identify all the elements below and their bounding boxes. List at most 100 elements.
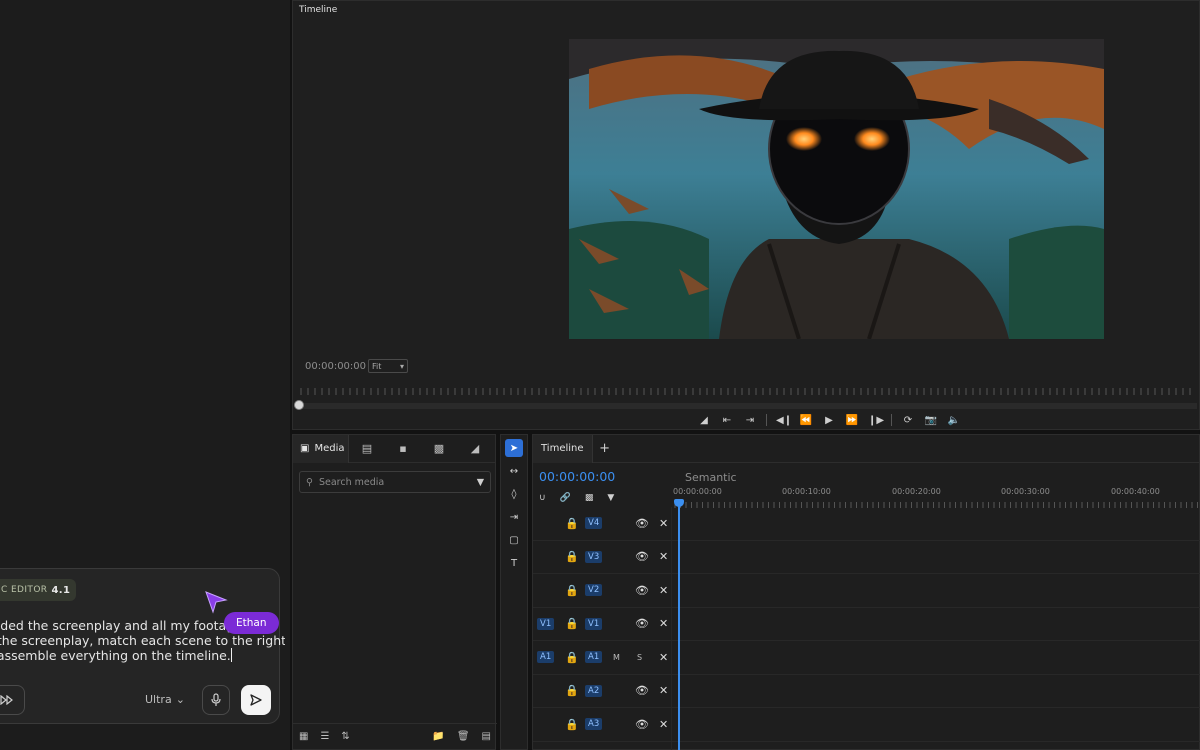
send-button[interactable] bbox=[241, 685, 271, 715]
marker-icon[interactable]: ◢ bbox=[697, 415, 711, 426]
program-scrub-bar[interactable] bbox=[297, 403, 1197, 409]
lock-icon[interactable]: 🔒 bbox=[565, 718, 579, 731]
visibility-icon[interactable]: 👁 bbox=[635, 617, 649, 630]
tab-transitions-icon[interactable]: ◢ bbox=[457, 442, 493, 455]
track-settings-icon[interactable]: ✕ bbox=[659, 584, 668, 597]
video-preview[interactable] bbox=[569, 39, 1104, 339]
play-icon[interactable]: ▶ bbox=[822, 415, 836, 426]
tool-bar: ➤ ↔ ◊ ⇥ ▢ T bbox=[500, 434, 528, 750]
tab-media-label: Media bbox=[314, 443, 345, 454]
track-name[interactable]: V3 bbox=[585, 550, 603, 563]
track-settings-icon[interactable]: ✕ bbox=[659, 651, 668, 664]
timeline-toolbar: ∪ 🔗 ▩ ▼ bbox=[539, 493, 614, 503]
tab-effects-icon[interactable]: ▩ bbox=[421, 442, 457, 455]
track-v4[interactable]: 🔒 V4 👁 ✕ bbox=[533, 507, 1200, 541]
track-settings-icon[interactable]: ✕ bbox=[659, 550, 668, 563]
volume-icon[interactable]: 🔈 bbox=[947, 415, 961, 426]
step-forward-icon[interactable]: ❙▶ bbox=[868, 415, 884, 426]
mute-toggle[interactable]: M bbox=[613, 653, 620, 662]
camera-icon[interactable]: 📷 bbox=[924, 415, 938, 426]
archive-icon[interactable]: ▤ bbox=[482, 731, 491, 742]
quality-label: Ultra bbox=[145, 693, 172, 706]
timeline-ruler-labels: 00:00:00:00 00:00:10:00 00:00:20:00 00:0… bbox=[673, 487, 1200, 499]
track-name[interactable]: A1 bbox=[585, 651, 603, 664]
mark-out-icon[interactable]: ⇥ bbox=[743, 415, 757, 426]
track-settings-icon[interactable]: ✕ bbox=[659, 617, 668, 630]
timeline-timecode[interactable]: 00:00:00:00 bbox=[539, 469, 615, 484]
model-badge[interactable]: C EDITOR 4.1 bbox=[0, 579, 77, 601]
track-settings-icon[interactable]: ✕ bbox=[659, 718, 668, 731]
marker-icon[interactable]: ▼ bbox=[607, 493, 614, 503]
track-name[interactable]: V1 bbox=[585, 617, 603, 630]
lock-icon[interactable]: 🔒 bbox=[565, 617, 579, 630]
tab-library-icon[interactable]: ▤ bbox=[349, 442, 385, 455]
program-monitor-title: Timeline bbox=[299, 5, 338, 15]
tab-timeline[interactable]: Timeline bbox=[533, 434, 593, 463]
track-settings-icon[interactable]: ✕ bbox=[659, 684, 668, 697]
new-folder-icon[interactable]: 📁 bbox=[432, 731, 444, 742]
lock-icon[interactable]: 🔒 bbox=[565, 584, 579, 597]
scrub-handle[interactable] bbox=[294, 400, 304, 410]
semantic-mode-label: Semantic bbox=[685, 471, 737, 484]
loop-icon[interactable]: ⟳ bbox=[901, 415, 915, 426]
captions-icon[interactable]: ▩ bbox=[585, 493, 594, 503]
rewind-icon[interactable]: ⏪ bbox=[799, 415, 813, 426]
search-media-input[interactable]: ⚲ Search media ▼ bbox=[299, 471, 491, 493]
razor-tool-icon[interactable]: ◊ bbox=[505, 485, 523, 503]
source-patch[interactable]: V1 bbox=[537, 617, 555, 630]
visibility-icon[interactable]: 👁 bbox=[635, 718, 649, 731]
visibility-icon[interactable]: 👁 bbox=[635, 517, 649, 530]
tab-captions-icon[interactable]: ▪ bbox=[385, 442, 421, 455]
track-list: 🔒 V4 👁 ✕ 🔒 V3 👁 ✕ 🔒 V2 👁 ✕ V1 🔒 V1 👁 ✕ A… bbox=[533, 507, 1200, 742]
trim-tool-icon[interactable]: ↔ bbox=[505, 462, 523, 480]
mark-in-icon[interactable]: ⇤ bbox=[720, 415, 734, 426]
lock-icon[interactable]: 🔒 bbox=[565, 517, 579, 530]
fast-forward-button[interactable] bbox=[0, 685, 25, 715]
fast-forward-icon bbox=[0, 695, 13, 705]
add-tab-button[interactable]: + bbox=[593, 441, 617, 456]
slip-tool-icon[interactable]: ⇥ bbox=[505, 508, 523, 526]
list-view-icon[interactable]: ☰ bbox=[320, 731, 329, 742]
track-v3[interactable]: 🔒 V3 👁 ✕ bbox=[533, 541, 1200, 574]
filter-icon[interactable]: ▼ bbox=[477, 477, 484, 488]
transport-controls: ◢ ⇤ ⇥ ◀❙ ⏪ ▶ ⏩ ❙▶ ⟳ 📷 🔈 bbox=[697, 414, 961, 426]
grid-view-icon[interactable]: ▦ bbox=[299, 731, 308, 742]
video-editor: Timeline 00:00:00:00 Fit ▾ ◢ ⇤ ⇥ ◀❙ ⏪ ▶ … bbox=[290, 0, 1200, 750]
visibility-icon[interactable]: 👁 bbox=[635, 584, 649, 597]
quality-dropdown[interactable]: Ultra ⌄ bbox=[145, 693, 185, 706]
ruler-label: 00:00:40:00 bbox=[1111, 487, 1160, 496]
microphone-button[interactable] bbox=[202, 685, 230, 715]
text-tool-icon[interactable]: T bbox=[505, 554, 523, 572]
fast-forward-icon[interactable]: ⏩ bbox=[845, 415, 859, 426]
slide-tool-icon[interactable]: ▢ bbox=[505, 531, 523, 549]
track-a3[interactable]: 🔒 A3 👁 ✕ bbox=[533, 708, 1200, 742]
snap-magnet-icon[interactable]: ∪ bbox=[539, 493, 546, 503]
track-v2[interactable]: 🔒 V2 👁 ✕ bbox=[533, 574, 1200, 608]
source-patch[interactable]: A1 bbox=[537, 651, 555, 664]
trash-icon[interactable]: 🗑 bbox=[457, 731, 470, 742]
lock-icon[interactable]: 🔒 bbox=[565, 550, 579, 563]
tab-media[interactable]: ▣ Media bbox=[293, 434, 349, 463]
lock-icon[interactable]: 🔒 bbox=[565, 651, 579, 664]
visibility-icon[interactable]: 👁 bbox=[635, 550, 649, 563]
track-a1[interactable]: A1 🔒 A1 M S ✕ bbox=[533, 641, 1200, 675]
track-name[interactable]: A2 bbox=[585, 684, 603, 697]
track-a2[interactable]: 🔒 A2 👁 ✕ bbox=[533, 675, 1200, 708]
lock-icon[interactable]: 🔒 bbox=[565, 684, 579, 697]
sort-icon[interactable]: ⇅ bbox=[341, 731, 349, 742]
track-settings-icon[interactable]: ✕ bbox=[659, 517, 668, 530]
playhead[interactable] bbox=[678, 501, 680, 750]
selection-tool-icon[interactable]: ➤ bbox=[505, 439, 523, 457]
search-placeholder: Search media bbox=[318, 476, 385, 488]
model-version: 4.1 bbox=[51, 584, 71, 596]
track-name[interactable]: V4 bbox=[585, 517, 603, 530]
track-name[interactable]: A3 bbox=[585, 718, 603, 731]
track-v1[interactable]: V1 🔒 V1 👁 ✕ bbox=[533, 608, 1200, 641]
track-name[interactable]: V2 bbox=[585, 584, 603, 597]
step-back-icon[interactable]: ◀❙ bbox=[776, 415, 792, 426]
transport-divider bbox=[891, 414, 892, 426]
visibility-icon[interactable]: 👁 bbox=[635, 684, 649, 697]
solo-toggle[interactable]: S bbox=[637, 653, 642, 662]
link-icon[interactable]: 🔗 bbox=[560, 493, 571, 503]
zoom-fit-dropdown[interactable]: Fit ▾ bbox=[368, 359, 408, 373]
